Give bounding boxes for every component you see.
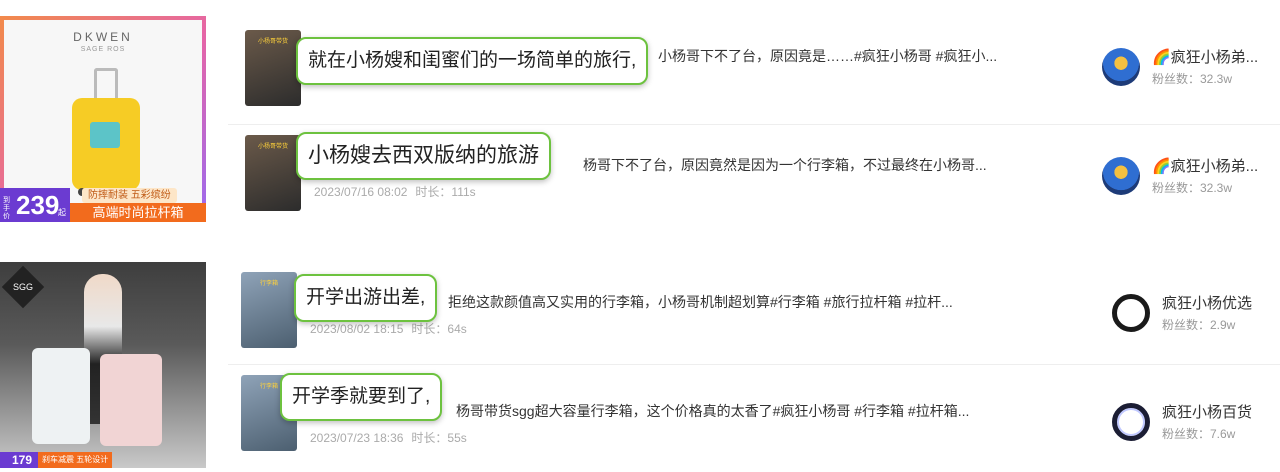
video-meta: 2023/07/23 18:36 时长：55s xyxy=(310,429,467,446)
brand-logo: DKWEN xyxy=(73,30,133,44)
fans-count: 粉丝数：7.6w xyxy=(1162,427,1236,441)
caption-popup: 小杨嫂去西双版纳的旅游 xyxy=(296,132,551,180)
product-card-suitcase-yellow[interactable]: DKWEN SAGE ROS 到手价 239 起 防摔耐装 五彩缤纷 高端时尚拉… xyxy=(0,16,206,222)
suitcase-label xyxy=(90,122,120,148)
price-prefix: 到手价 xyxy=(3,197,10,220)
superhero-avatar-icon[interactable] xyxy=(1102,48,1140,86)
video-meta: 2023/07/16 08:02 时长：111s xyxy=(314,183,476,200)
video-row[interactable]: 行李箱 杨哥带货sgg超大容量行李箱，这个价格真的太香了#疯狂小杨哥 #行李箱 … xyxy=(228,364,1280,464)
video-thumbnail[interactable]: 小杨哥带货 xyxy=(245,30,301,106)
brand-subtitle: SAGE ROS xyxy=(80,46,126,53)
fans-count: 粉丝数：32.3w xyxy=(1152,72,1233,86)
yellow-suitcase-image xyxy=(72,68,140,196)
video-meta: 2023/08/02 18:15 时长：64s xyxy=(310,320,467,337)
video-description[interactable]: 小杨哥下不了台，原因竟是……#疯狂小杨哥 #疯狂小... xyxy=(658,46,1058,66)
video-description[interactable]: 杨哥下不了台，原因竟然是因为一个行李箱，不过最终在小杨哥... xyxy=(583,155,1053,175)
author-info[interactable]: 疯狂小杨百货 粉丝数：7.6w xyxy=(1112,401,1280,445)
author-name[interactable]: 疯狂小杨百货 xyxy=(1162,401,1252,422)
video-row[interactable]: 行李箱 拒绝这款颜值高又实用的行李箱，小杨哥机制超划算#行李箱 #旅行拉杆箱 #… xyxy=(228,262,1280,362)
video-description[interactable]: 拒绝这款颜值高又实用的行李箱，小杨哥机制超划算#行李箱 #旅行拉杆箱 #拉杆..… xyxy=(448,292,1068,312)
product-card-suitcase-sgg[interactable]: SGG 179 刹车减震 五轮设计 xyxy=(0,262,206,468)
fans-count: 粉丝数：32.3w xyxy=(1152,181,1233,195)
video-row[interactable]: 小杨哥带货 小杨哥下不了台，原因竟是……#疯狂小杨哥 #疯狂小... 就在小杨嫂… xyxy=(228,20,1280,120)
price-value: 239 xyxy=(16,190,60,220)
author-name[interactable]: 🌈疯狂小杨弟... xyxy=(1152,46,1258,67)
author-info[interactable]: 🌈疯狂小杨弟... 粉丝数：32.3w xyxy=(1102,46,1280,90)
video-date: 2023/07/16 08:02 xyxy=(314,185,408,199)
price-bar: 到手价 239 起 防摔耐装 五彩缤纷 高端时尚拉杆箱 xyxy=(0,188,206,222)
caption-popup: 就在小杨嫂和闺蜜们的一场简单的旅行, xyxy=(296,37,649,85)
author-name[interactable]: 🌈疯狂小杨弟... xyxy=(1152,155,1258,176)
product-title-tag: 高端时尚拉杆箱 xyxy=(70,203,206,222)
caption-popup: 开学季就要到了, xyxy=(280,373,443,421)
suitcase-handle xyxy=(94,68,118,98)
author-info[interactable]: 疯狂小杨优选 粉丝数：2.9w xyxy=(1112,292,1280,336)
video-row[interactable]: 小杨哥带货 杨哥下不了台，原因竟然是因为一个行李箱，不过最终在小杨哥... 20… xyxy=(228,124,1280,224)
feature-tag: 防摔耐装 五彩缤纷 xyxy=(82,188,177,203)
fans-count: 粉丝数：2.9w xyxy=(1162,318,1236,332)
video-duration: 时长：55s xyxy=(411,431,467,445)
author-info[interactable]: 🌈疯狂小杨弟... 粉丝数：32.3w xyxy=(1102,155,1280,199)
sgg-logo: SGG xyxy=(1,265,45,309)
video-thumbnail[interactable]: 行李箱 xyxy=(241,272,297,348)
price-box: 到手价 239 起 xyxy=(0,188,70,222)
price-suffix: 起 xyxy=(58,208,66,217)
feature-tag: 刹车减震 五轮设计 xyxy=(38,452,113,468)
pink-suitcase-image xyxy=(100,354,162,446)
video-date: 2023/07/23 18:36 xyxy=(310,431,404,445)
video-duration: 时长：111s xyxy=(415,185,476,199)
price-bar: 179 刹车减震 五轮设计 xyxy=(0,452,206,468)
price-value: 179 xyxy=(0,452,38,468)
author-name[interactable]: 疯狂小杨优选 xyxy=(1162,292,1252,313)
caption-popup: 开学出游出差, xyxy=(294,274,438,322)
ring-logo-avatar-icon[interactable] xyxy=(1112,403,1150,441)
video-duration: 时长：64s xyxy=(411,322,467,336)
video-thumbnail[interactable]: 小杨哥带货 xyxy=(245,135,301,211)
white-suitcase-image xyxy=(32,348,90,444)
superhero-avatar-icon[interactable] xyxy=(1102,157,1140,195)
video-description[interactable]: 杨哥带货sgg超大容量行李箱，这个价格真的太香了#疯狂小杨哥 #行李箱 #拉杆箱… xyxy=(456,401,1076,421)
video-date: 2023/08/02 18:15 xyxy=(310,322,404,336)
ring-logo-avatar-icon[interactable] xyxy=(1112,294,1150,332)
